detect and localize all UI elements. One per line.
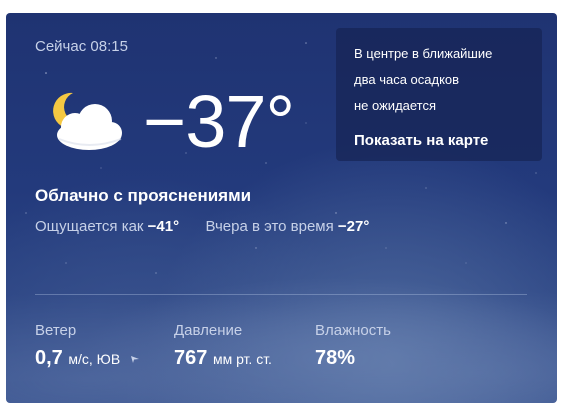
show-on-map-link[interactable]: Показать на карте: [354, 132, 488, 149]
weather-condition: Облачно с прояснениями: [35, 186, 252, 205]
wind-unit: м/с, ЮВ: [68, 351, 121, 367]
precipitation-text: В центре в ближайшие два часа осадков не…: [354, 41, 534, 119]
pressure-value-row: 767 мм рт. ст.: [174, 347, 272, 370]
pressure-value: 767: [174, 347, 208, 369]
yesterday-label: Вчера в это время: [205, 218, 334, 235]
weather-card: Сейчас 08:15 −37° В центре в ближайшие д…: [6, 13, 557, 403]
pressure-label: Давление: [174, 322, 243, 339]
precipitation-line: не ожидается: [354, 98, 437, 113]
wind-stat: Ветер 0,7 м/с, ЮВ: [35, 322, 140, 370]
divider: [35, 294, 527, 295]
humidity-label: Влажность: [315, 322, 391, 339]
yesterday-value: −27°: [337, 218, 370, 235]
feels-like-row: Ощущается как −41° Вчера в это время −27…: [35, 218, 369, 235]
feels-like-label: Ощущается как: [35, 218, 144, 235]
precipitation-line: два часа осадков: [354, 72, 460, 87]
humidity-stat: Влажность 78%: [315, 322, 391, 370]
pressure-stat: Давление 767 мм рт. ст.: [174, 322, 272, 370]
current-time-label: Сейчас 08:15: [35, 38, 128, 55]
humidity-value-row: 78%: [315, 347, 391, 370]
wind-speed: 0,7: [35, 347, 63, 369]
moon-cloud-icon: [53, 92, 122, 150]
pressure-unit: мм рт. ст.: [212, 351, 272, 367]
humidity-value: 78%: [315, 347, 356, 369]
precipitation-line: В центре в ближайшие: [354, 46, 493, 61]
feels-like-value: −41°: [147, 218, 180, 235]
current-temperature: −37°: [143, 80, 295, 163]
wind-label: Ветер: [35, 322, 77, 339]
wind-value-row: 0,7 м/с, ЮВ: [35, 347, 140, 370]
wind-direction-icon: [130, 355, 139, 363]
precipitation-panel: В центре в ближайшие два часа осадков не…: [336, 28, 542, 161]
